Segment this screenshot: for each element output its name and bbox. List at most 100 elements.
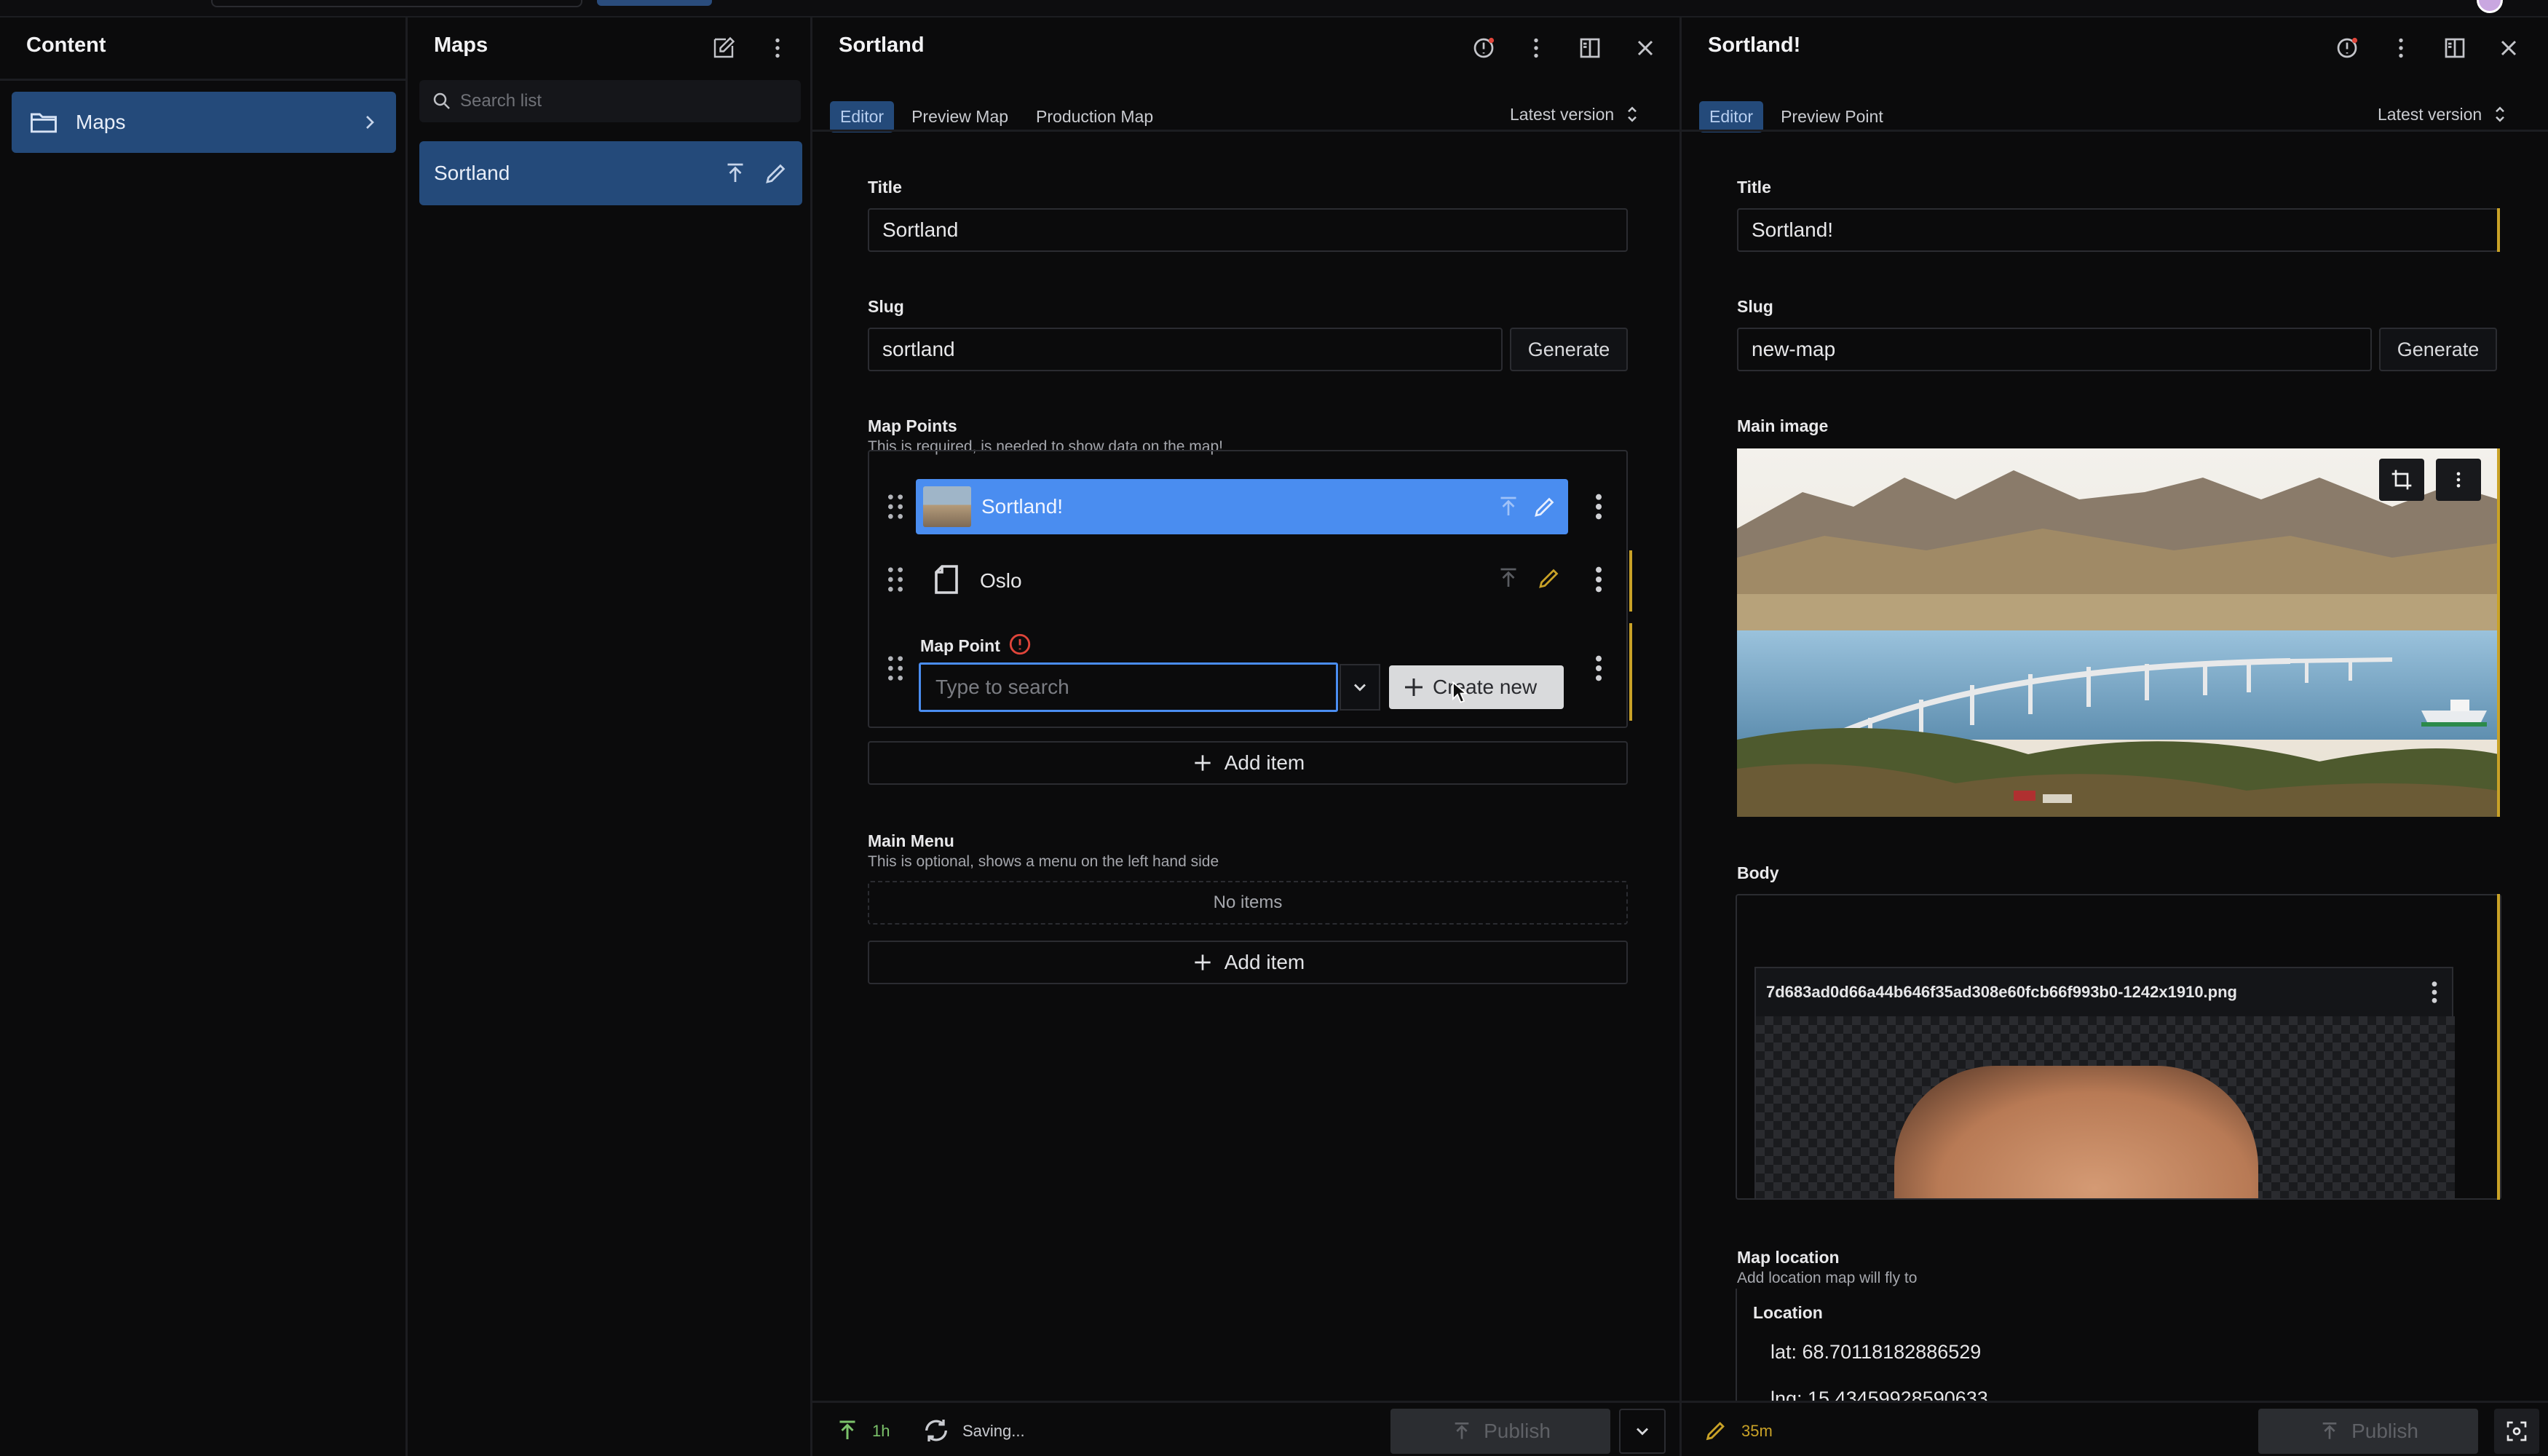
version-select[interactable]: Latest version: [2378, 103, 2508, 125]
more-vertical-icon[interactable]: [1588, 492, 1609, 521]
add-item-button[interactable]: Add item: [868, 941, 1628, 984]
title-input[interactable]: Sortland!: [1737, 208, 2498, 252]
tab-editor[interactable]: Editor: [830, 100, 895, 132]
published-time: 1h: [872, 1422, 890, 1440]
nav-item-maps[interactable]: Maps: [12, 92, 396, 153]
compose-icon[interactable]: [706, 31, 741, 66]
changed-indicator: [2497, 894, 2500, 1200]
tab-bar: Editor Preview Point: [1699, 100, 1894, 132]
split-pane-icon[interactable]: [2437, 31, 2472, 66]
list-search: [419, 80, 801, 122]
image-options-button[interactable]: [2436, 459, 2481, 501]
reference-search: [919, 662, 1338, 712]
tab-preview-map[interactable]: Preview Map: [901, 101, 1018, 132]
split-pane-icon[interactable]: [1572, 31, 1607, 66]
edited-time: 35m: [1741, 1422, 1773, 1440]
publish-button[interactable]: Publish: [1390, 1409, 1610, 1454]
publish-menu-button[interactable]: [1619, 1409, 1666, 1454]
publish-icon[interactable]: [722, 159, 748, 188]
divider: [1682, 130, 2548, 132]
drag-handle-icon[interactable]: [885, 492, 906, 521]
crop-button[interactable]: [2379, 459, 2424, 501]
document-icon: [935, 565, 958, 594]
tab-preview-point[interactable]: Preview Point: [1770, 101, 1894, 132]
field-label-main-image: Main image: [1737, 416, 1829, 435]
list-item-label: Sortland: [434, 162, 510, 184]
more-vertical-icon[interactable]: [760, 31, 795, 66]
sync-icon: [925, 1420, 947, 1441]
chevron-up-down-icon: [1628, 106, 1637, 122]
save-status: Saving...: [962, 1422, 1025, 1440]
add-item-label: Add item: [1224, 951, 1305, 973]
close-icon[interactable]: [1628, 31, 1663, 66]
close-icon[interactable]: [2491, 31, 2526, 66]
field-label-map-points: Map Points: [868, 416, 957, 435]
pencil-icon[interactable]: [1532, 492, 1558, 521]
image-filename: 7d683ad0d66a44b646f35ad308e60fcb66f993b0…: [1766, 983, 2237, 1001]
chevron-right-icon: [366, 116, 374, 129]
pane-title-content: Content: [26, 33, 106, 57]
crop-icon: [2391, 470, 2412, 490]
screenshot-button[interactable]: [2494, 1409, 2539, 1454]
more-vertical-icon[interactable]: [2383, 31, 2418, 66]
changed-indicator: [1629, 623, 1632, 721]
top-action-button[interactable]: [597, 0, 712, 6]
version-label: Latest version: [1510, 104, 1615, 124]
publish-button[interactable]: Publish: [2258, 1409, 2478, 1454]
latitude-value[interactable]: lat: 68.70118182886529: [1770, 1341, 1981, 1364]
generate-button[interactable]: Generate: [2379, 328, 2497, 371]
title-input[interactable]: Sortland: [868, 208, 1628, 252]
slug-input[interactable]: new-map: [1737, 328, 2372, 371]
more-vertical-icon[interactable]: [2426, 980, 2443, 1005]
generate-button[interactable]: Generate: [1510, 328, 1628, 371]
list-item[interactable]: Sortland: [419, 141, 802, 205]
validation-warning-icon[interactable]: [1466, 31, 1501, 66]
nav-item-label: Maps: [76, 111, 126, 133]
content-pane: Content Maps: [0, 17, 408, 1456]
maps-list-pane: Maps Sortland: [408, 17, 812, 1456]
search-input[interactable]: [460, 89, 780, 114]
field-label-title: Title: [1737, 178, 1771, 197]
changed-indicator: [2497, 208, 2500, 252]
reference-search-input[interactable]: [921, 665, 1336, 710]
avatar[interactable]: [2477, 0, 2503, 13]
plus-icon: [1195, 755, 1211, 771]
body-image-block[interactable]: 7d683ad0d66a44b646f35ad308e60fcb66f993b0…: [1754, 967, 2455, 1198]
document-title: Sortland!: [1708, 33, 1801, 57]
create-new-button[interactable]: Create new: [1389, 665, 1564, 709]
pencil-icon[interactable]: [1536, 563, 1562, 593]
publish-label: Publish: [2351, 1420, 2418, 1442]
global-search-input[interactable]: [211, 0, 582, 7]
main-image[interactable]: [1737, 448, 2498, 817]
pane-title-maps: Maps: [434, 33, 488, 57]
pencil-icon[interactable]: [763, 159, 789, 188]
tab-production-map[interactable]: Production Map: [1026, 101, 1163, 132]
version-select[interactable]: Latest version: [1510, 103, 1640, 125]
drag-handle-icon[interactable]: [885, 654, 906, 683]
tab-editor[interactable]: Editor: [1699, 100, 1764, 132]
location-object: Location lat: 68.70118182886529 lng: 15.…: [1736, 1289, 2500, 1405]
add-item-button[interactable]: Add item: [868, 741, 1628, 785]
field-label-main-menu: Main Menu: [868, 831, 954, 850]
search-icon: [433, 92, 450, 109]
more-vertical-icon[interactable]: [1588, 565, 1609, 594]
more-vertical-icon[interactable]: [1588, 654, 1609, 683]
chevron-up-down-icon: [2496, 106, 2505, 122]
reference-dropdown-button[interactable]: [1340, 664, 1380, 711]
item-label: Oslo: [980, 569, 1022, 592]
field-label-map-location: Map location: [1737, 1248, 1840, 1267]
body-editor[interactable]: 7d683ad0d66a44b646f35ad308e60fcb66f993b0…: [1736, 894, 2501, 1200]
publish-icon[interactable]: [1495, 492, 1522, 521]
validation-warning-icon[interactable]: [2330, 31, 2365, 66]
new-item-label: Map Point: [920, 636, 1000, 655]
slug-input[interactable]: sortland: [868, 328, 1503, 371]
more-vertical-icon[interactable]: [1519, 31, 1554, 66]
drag-handle-icon[interactable]: [885, 565, 906, 594]
portrait-photo: [1894, 1066, 2258, 1198]
publish-icon[interactable]: [1495, 563, 1522, 593]
field-label-title: Title: [868, 178, 902, 197]
create-new-label: Create new: [1433, 676, 1538, 698]
field-label-slug: Slug: [868, 297, 904, 316]
map-point-item-selected[interactable]: Sortland!: [916, 479, 1568, 534]
add-item-label: Add item: [1224, 751, 1305, 774]
